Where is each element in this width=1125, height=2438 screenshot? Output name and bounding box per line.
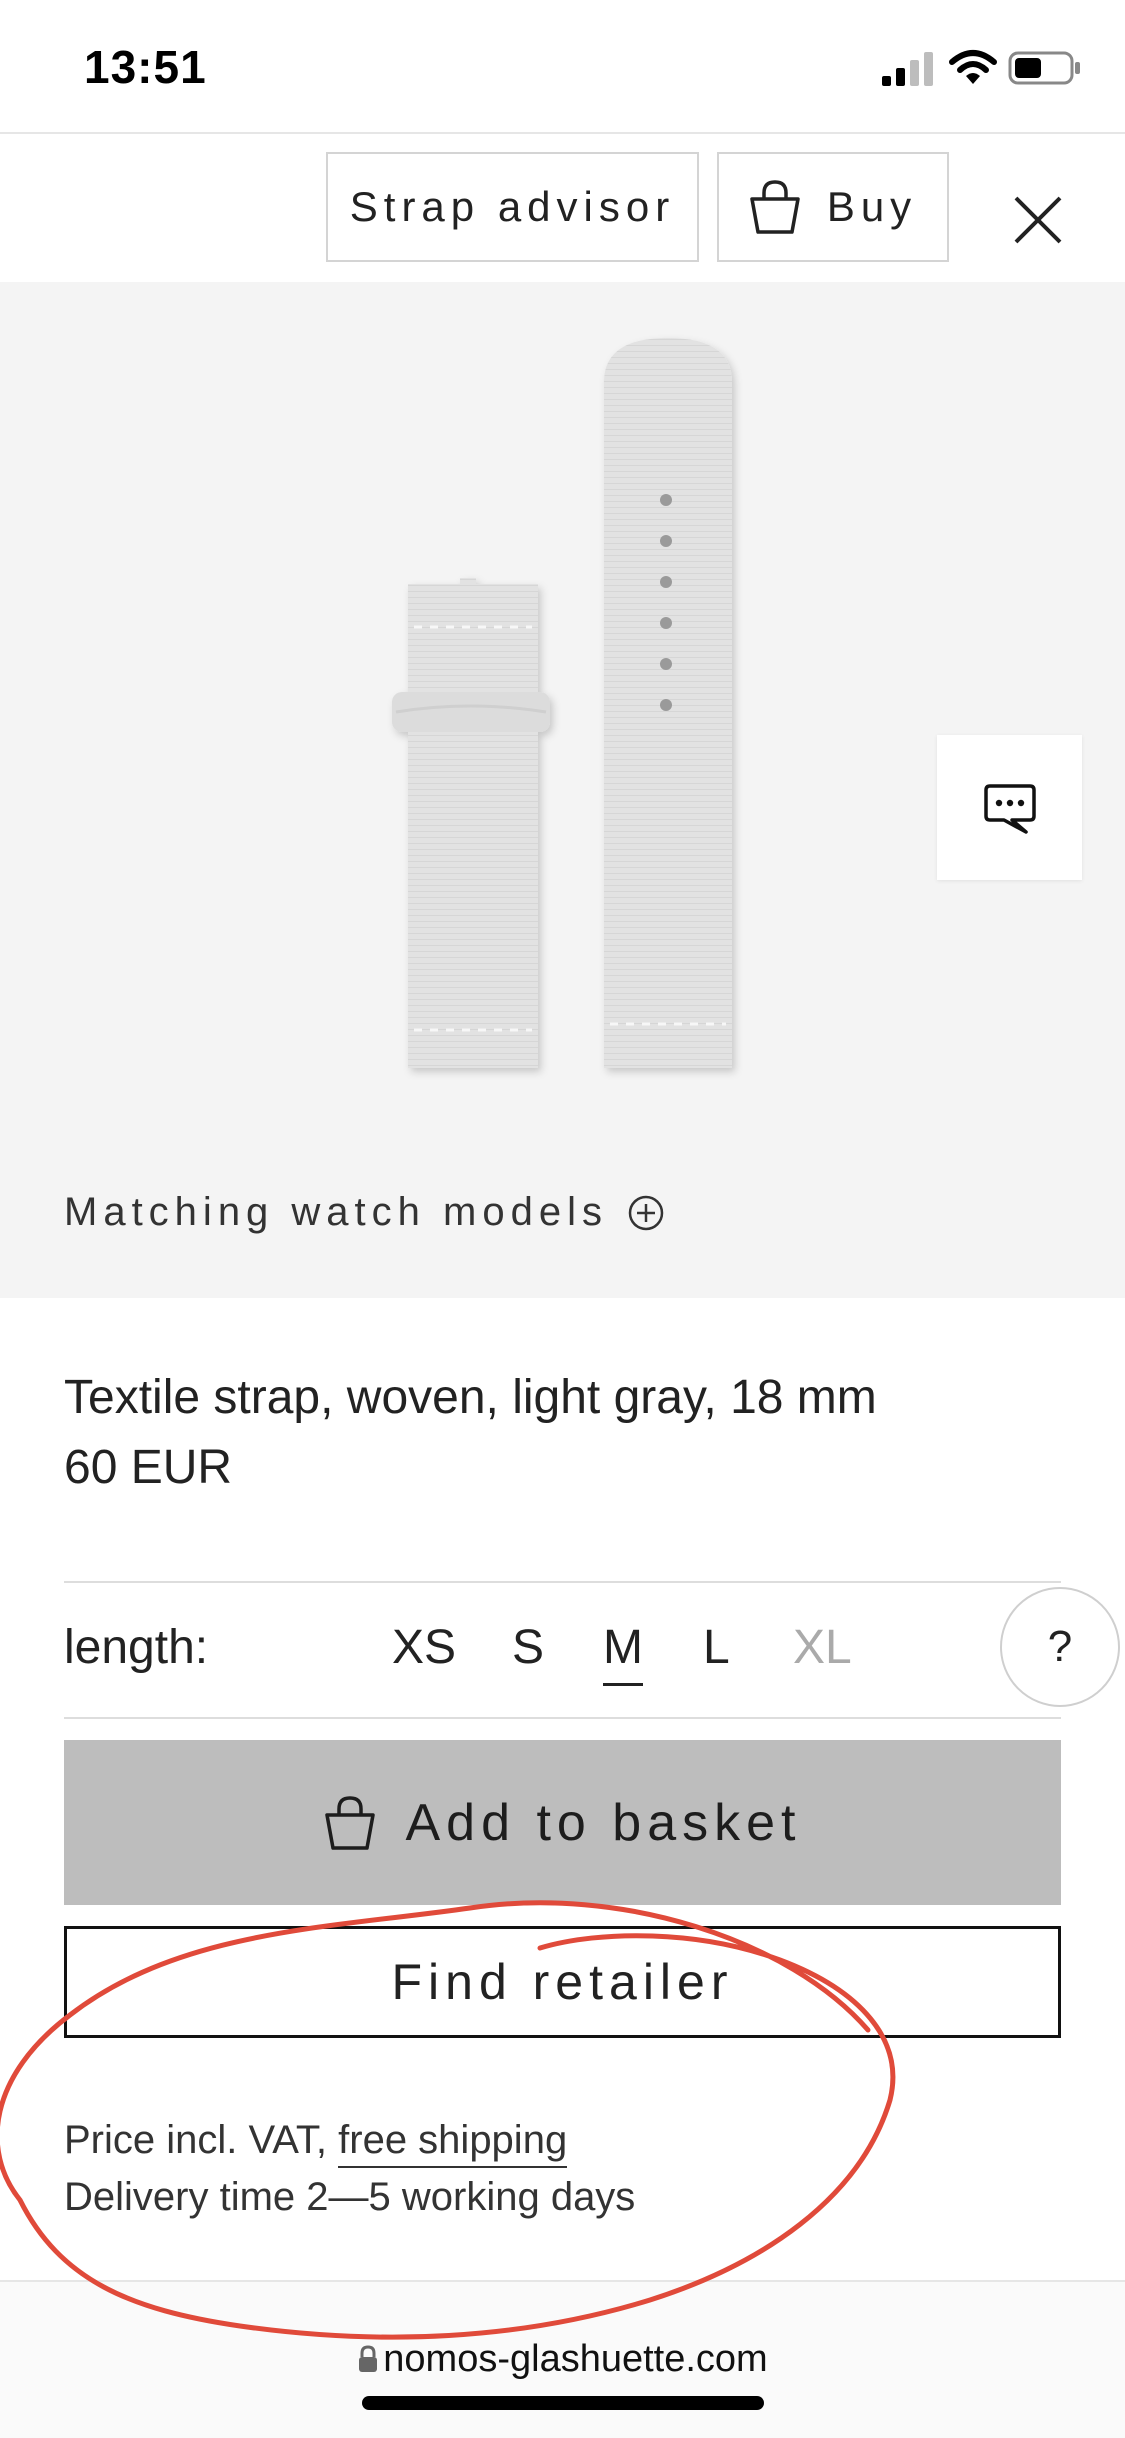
strap-advisor-button[interactable]: Strap advisor bbox=[326, 152, 699, 262]
page-header: Strap advisor Buy bbox=[0, 134, 1125, 282]
question-mark-icon: ? bbox=[1047, 1622, 1073, 1671]
close-icon[interactable] bbox=[1000, 182, 1076, 258]
add-to-basket-label: Add to basket bbox=[405, 1793, 802, 1852]
size-help-button[interactable]: ? bbox=[1000, 1587, 1120, 1707]
product-image-area: Matching watch models bbox=[0, 282, 1125, 1298]
plus-circle-icon bbox=[628, 1195, 664, 1230]
size-option-xl-unavailable: XL bbox=[793, 1621, 852, 1674]
chat-button[interactable] bbox=[937, 735, 1082, 880]
home-indicator bbox=[362, 2396, 764, 2410]
wifi-icon bbox=[949, 50, 997, 84]
chat-icon bbox=[983, 783, 1036, 834]
find-retailer-label: Find retailer bbox=[391, 1954, 734, 2010]
size-option-m-selected[interactable]: M bbox=[603, 1620, 643, 1686]
length-label: length: bbox=[64, 1621, 209, 1674]
size-option-s[interactable]: S bbox=[512, 1620, 544, 1675]
strap-advisor-label: Strap advisor bbox=[349, 183, 676, 230]
price-note-text: Price incl. VAT, bbox=[64, 2118, 339, 2162]
signal-icon bbox=[882, 52, 933, 86]
buy-label: Buy bbox=[826, 183, 918, 230]
status-time: 13:51 bbox=[84, 41, 207, 93]
battery-icon bbox=[1008, 51, 1080, 85]
product-price: 60 EUR bbox=[64, 1441, 233, 1494]
matching-watch-models-toggle[interactable]: Matching watch models bbox=[64, 1190, 666, 1235]
divider bbox=[64, 1717, 1061, 1719]
divider bbox=[64, 1581, 1061, 1583]
status-bar: 13:51 bbox=[0, 0, 1125, 134]
lock-icon bbox=[359, 2345, 378, 2372]
url-text: nomos-glashuette.com bbox=[383, 2338, 768, 2380]
free-shipping-link[interactable]: free shipping bbox=[338, 2118, 568, 2168]
url-display[interactable]: nomos-glashuette.com bbox=[0, 2338, 1125, 2381]
buy-button[interactable]: Buy bbox=[717, 152, 949, 262]
add-to-basket-button[interactable]: Add to basket bbox=[64, 1740, 1061, 1905]
basket-icon bbox=[750, 180, 800, 234]
browser-url-bar[interactable]: nomos-glashuette.com bbox=[0, 2280, 1125, 2438]
product-title: Textile strap, woven, light gray, 18 mm bbox=[64, 1371, 877, 1424]
delivery-note: Delivery time 2—5 working days bbox=[64, 2175, 636, 2219]
strap-product-image bbox=[392, 338, 732, 1068]
basket-icon bbox=[324, 1795, 375, 1850]
size-option-xs[interactable]: XS bbox=[392, 1620, 456, 1675]
matching-watch-models-label: Matching watch models bbox=[64, 1190, 608, 1234]
price-note: Price incl. VAT, free shipping bbox=[64, 2118, 568, 2168]
find-retailer-button[interactable]: Find retailer bbox=[64, 1926, 1061, 2038]
size-option-l[interactable]: L bbox=[703, 1620, 730, 1675]
